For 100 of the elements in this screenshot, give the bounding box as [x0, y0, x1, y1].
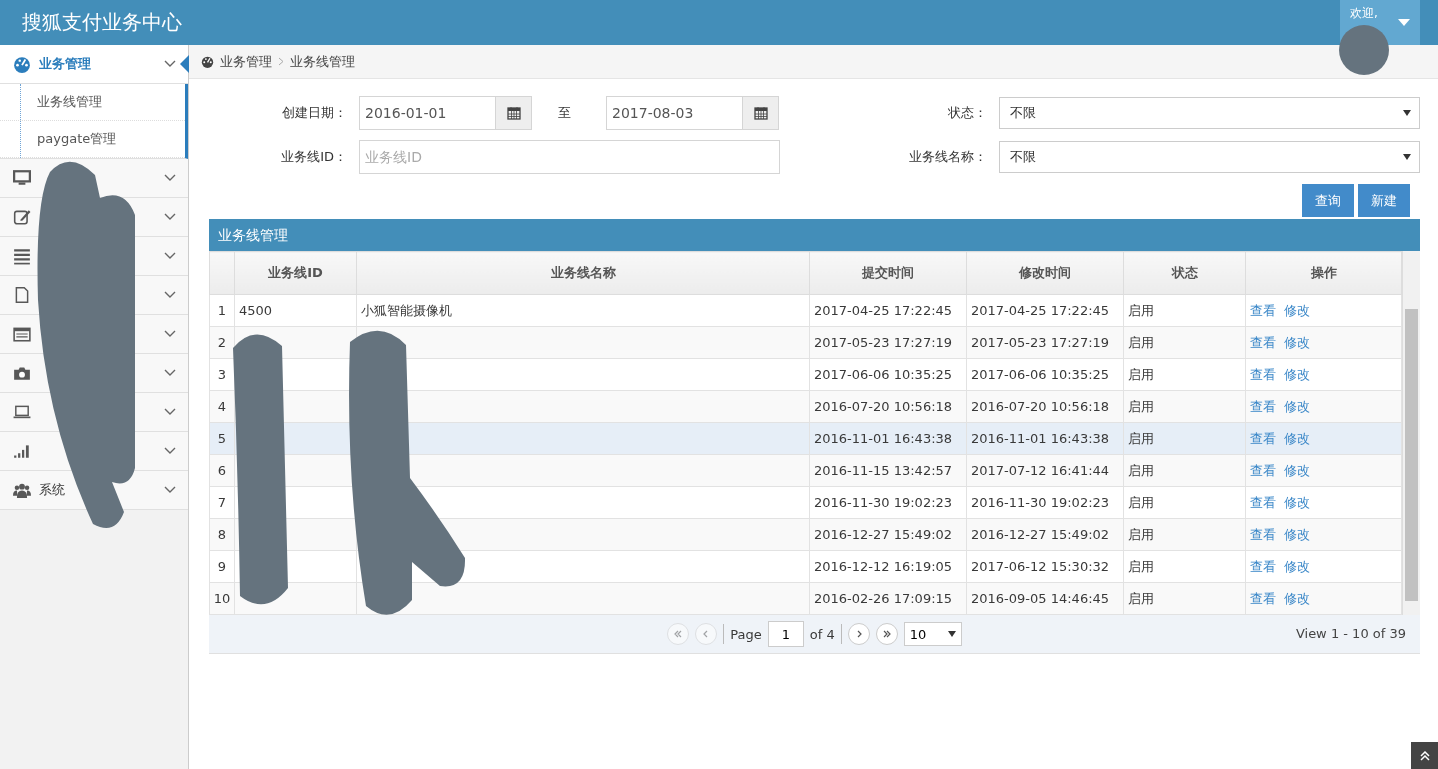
table-cell: 启用: [1123, 326, 1246, 359]
date-field[interactable]: 2016-01-01: [359, 96, 532, 130]
dropdown-caret-icon: [1403, 154, 1411, 160]
table-cell: 2017-05-23 17:27:19: [966, 326, 1124, 359]
table-cell: 2016-09-05 14:46:45: [966, 582, 1124, 615]
action-link[interactable]: 查看: [1250, 366, 1276, 382]
dropdown-caret-icon: [1403, 110, 1411, 116]
page-size-select[interactable]: 10: [903, 622, 962, 646]
table-cell: 2017-06-06 10:35:25: [966, 358, 1124, 391]
sidebar-item-label: 业务管理: [39, 55, 92, 73]
action-link[interactable]: 查看: [1250, 494, 1276, 510]
first-page-button[interactable]: [667, 623, 690, 645]
column-header[interactable]: 业务线名称: [356, 251, 810, 295]
action-link[interactable]: 修改: [1284, 494, 1310, 510]
column-header[interactable]: 修改时间: [966, 251, 1124, 295]
action-link[interactable]: 修改: [1284, 526, 1310, 542]
panel-title: 业务线管理: [209, 219, 1420, 251]
last-page-icon: [881, 629, 892, 639]
table-cell: 启用: [1123, 390, 1246, 423]
chevron-icon: [164, 369, 176, 377]
monitor-icon: [12, 169, 32, 187]
table-cell: 2017-04-25 17:22:45: [809, 294, 967, 327]
table-cell: 2017-06-06 10:35:25: [809, 358, 967, 391]
breadcrumb-link[interactable]: 业务管理: [220, 52, 272, 71]
sidebar-item[interactable]: 业务管理: [0, 45, 188, 84]
page-count: of 4: [809, 626, 835, 642]
table-cell: 启用: [1123, 454, 1246, 487]
row-number: 10: [209, 582, 235, 615]
column-header[interactable]: 操作: [1245, 251, 1402, 295]
action-link[interactable]: 查看: [1250, 398, 1276, 414]
action-link[interactable]: 修改: [1284, 334, 1310, 350]
status-select[interactable]: 不限: [999, 97, 1420, 129]
camera-icon: [12, 364, 32, 382]
action-link[interactable]: 修改: [1284, 430, 1310, 446]
table-cell: 启用: [1123, 550, 1246, 583]
chevron-icon: [164, 447, 176, 455]
sidebar-item-label: 系统: [39, 481, 66, 499]
table-cell: 2016-11-01 16:43:38: [966, 422, 1124, 455]
action-link[interactable]: 查看: [1250, 302, 1276, 318]
chevron-icon: [164, 291, 176, 299]
page-input[interactable]: 1: [767, 621, 804, 647]
last-page-button[interactable]: [875, 623, 898, 645]
action-link[interactable]: 修改: [1284, 558, 1310, 574]
gauge-icon: [12, 55, 32, 73]
table-cell: 2016-12-12 16:19:05: [809, 550, 967, 583]
row-number: 1: [209, 294, 235, 327]
row-number: 9: [209, 550, 235, 583]
create-button[interactable]: 新建: [1358, 184, 1410, 217]
table-cell: 2016-02-26 17:09:15: [809, 582, 967, 615]
double-chevron-up-icon: [1419, 750, 1430, 761]
action-link[interactable]: 查看: [1250, 462, 1276, 478]
action-link[interactable]: 修改: [1284, 590, 1310, 606]
field-label: 状态：: [947, 104, 988, 122]
name-select[interactable]: 不限: [999, 141, 1420, 173]
field-label: 业务线ID：: [280, 148, 348, 166]
action-link[interactable]: 查看: [1250, 334, 1276, 350]
chevron-right-icon: [278, 57, 284, 66]
column-header[interactable]: 业务线ID: [234, 251, 357, 295]
action-link[interactable]: 修改: [1284, 302, 1310, 318]
users-icon: [12, 481, 32, 499]
action-link[interactable]: 修改: [1284, 398, 1310, 414]
input-field[interactable]: 业务线ID: [359, 140, 780, 174]
action-link[interactable]: 查看: [1250, 526, 1276, 542]
prev-page-button[interactable]: [695, 623, 718, 645]
column-header[interactable]: 提交时间: [809, 251, 967, 295]
action-link[interactable]: 修改: [1284, 462, 1310, 478]
submenu-item[interactable]: paygate管理: [0, 121, 185, 158]
date-field[interactable]: 2017-08-03: [606, 96, 779, 130]
edit-icon: [12, 208, 32, 226]
row-number: 4: [209, 390, 235, 423]
chevron-icon: [164, 213, 176, 221]
table-cell: 2016-12-27 15:49:02: [809, 518, 967, 551]
table-cell: 小狐智能摄像机: [356, 294, 810, 327]
card-icon: [12, 325, 32, 343]
redaction-scribble: [1339, 25, 1389, 75]
search-button[interactable]: 查询: [1302, 184, 1354, 217]
column-header[interactable]: 状态: [1123, 251, 1246, 295]
action-link[interactable]: 修改: [1284, 366, 1310, 382]
chevron-icon: [164, 60, 176, 68]
submenu-item[interactable]: 业务线管理: [0, 84, 185, 121]
field-label: 创建日期：: [281, 104, 348, 122]
next-page-button[interactable]: [847, 623, 870, 645]
chevron-icon: [164, 252, 176, 260]
chevron-icon: [164, 174, 176, 182]
calendar-icon: [506, 106, 521, 120]
action-link[interactable]: 查看: [1250, 590, 1276, 606]
table-cell: 2017-04-25 17:22:45: [966, 294, 1124, 327]
row-number: 7: [209, 486, 235, 519]
table-cell: 2017-06-12 15:30:32: [966, 550, 1124, 583]
table-cell: 2016-11-30 19:02:23: [966, 486, 1124, 519]
range-separator: 至: [556, 104, 572, 122]
chevron-icon: [164, 330, 176, 338]
chevron-icon: [164, 486, 176, 494]
table-cell: 2017-05-23 17:27:19: [809, 326, 967, 359]
action-link[interactable]: 查看: [1250, 430, 1276, 446]
action-link[interactable]: 查看: [1250, 558, 1276, 574]
table-cell: 2016-11-30 19:02:23: [809, 486, 967, 519]
chevron-icon: [164, 408, 176, 416]
breadcrumb-link[interactable]: 业务线管理: [290, 52, 355, 71]
back-to-top-button[interactable]: [1411, 742, 1438, 769]
